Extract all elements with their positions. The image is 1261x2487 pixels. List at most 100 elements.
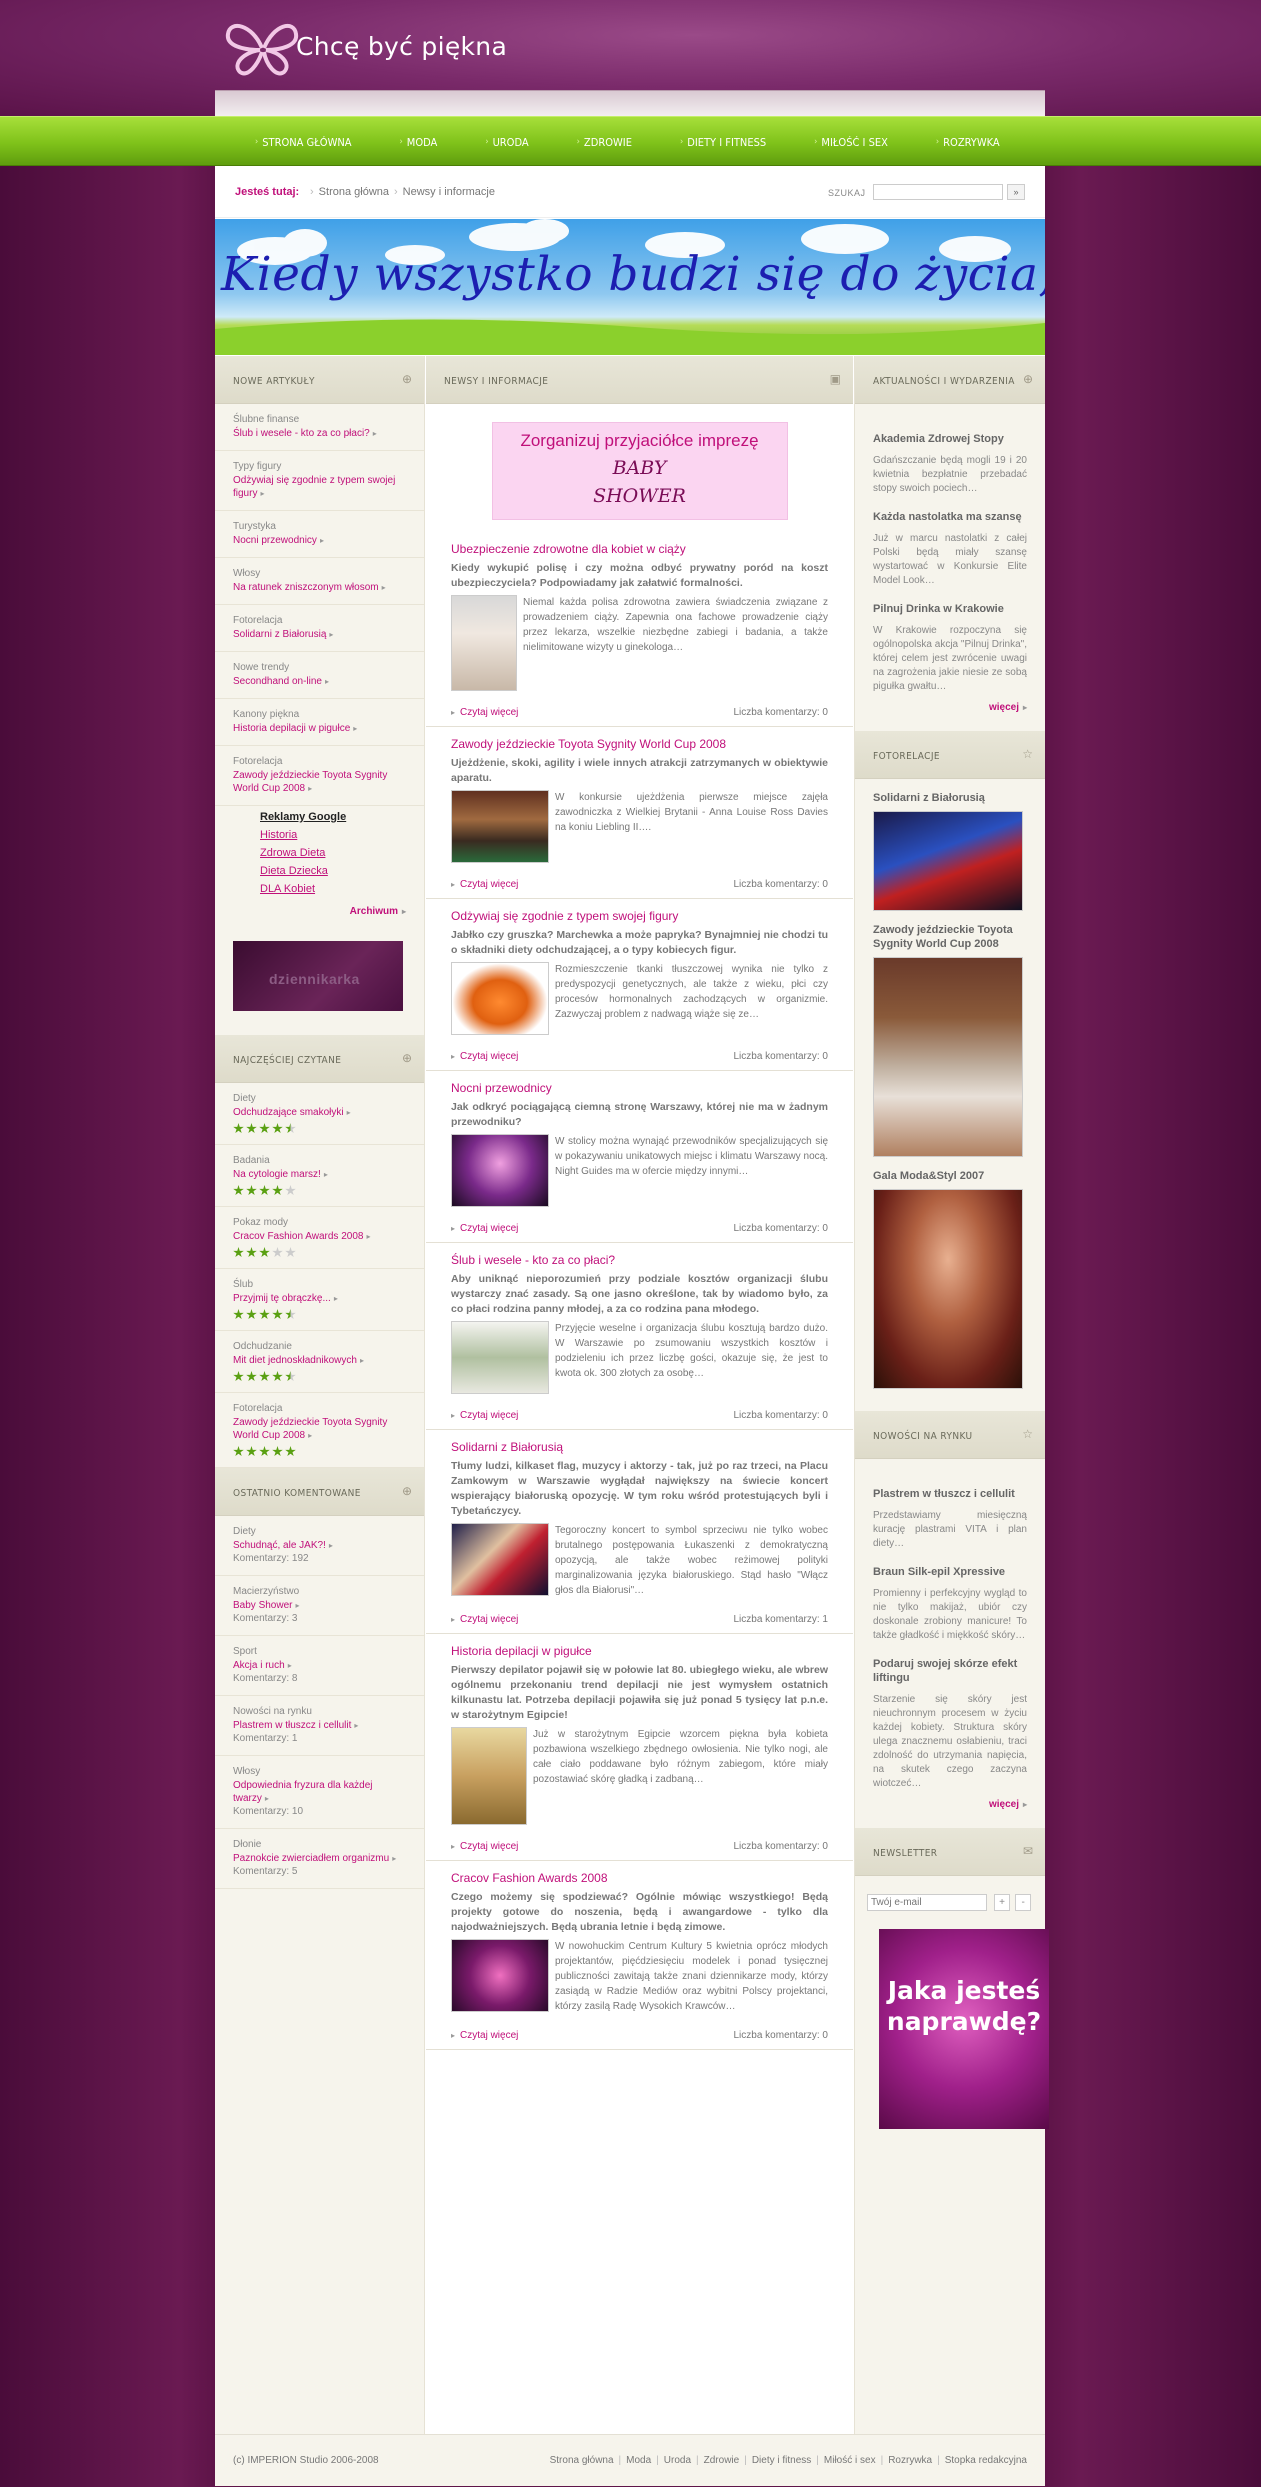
newsletter-email-input[interactable]	[867, 1894, 987, 1911]
search-button[interactable]: »	[1007, 184, 1025, 200]
nav-item-label[interactable]: URODA	[493, 136, 529, 149]
list-item-link[interactable]: Odżywiaj się zgodnie z typem swojej figu…	[233, 474, 406, 500]
article-thumbnail[interactable]	[451, 1939, 549, 2012]
list-item-link[interactable]: Solidarni z Białorusią ▸	[233, 628, 406, 641]
list-item-link-text[interactable]: Solidarni z Białorusią	[233, 629, 326, 640]
read-more-label[interactable]: Czytaj więcej	[460, 879, 518, 890]
news-title[interactable]: Akademia Zdrowej Stopy	[873, 432, 1027, 446]
google-ad-link[interactable]: Zdrowa Dieta	[260, 844, 424, 862]
nav-item[interactable]: › URODA	[485, 136, 528, 149]
read-more-label[interactable]: Czytaj więcej	[460, 1051, 518, 1062]
market-title[interactable]: Plastrem w tłuszcz i cellulit	[873, 1487, 1027, 1501]
list-item-link-text[interactable]: Secondhand on-line	[233, 676, 322, 687]
news-title[interactable]: Każda nastolatka ma szansę	[873, 510, 1027, 524]
list-item-link[interactable]: Historia depilacji w pigułce ▸	[233, 722, 406, 735]
spring-banner[interactable]: Kiedy wszystko budzi się do życia,	[215, 219, 1045, 355]
footer-link[interactable]: Rozrywka	[888, 2455, 932, 2466]
footer-link[interactable]: Stopka redakcyjna	[945, 2455, 1027, 2466]
list-item-link-text[interactable]: Paznokcie zwierciadłem organizmu	[233, 1853, 389, 1864]
nav-item-label[interactable]: STRONA GŁÓWNA	[262, 136, 351, 149]
read-more-link[interactable]: ▸ Czytaj więcej	[451, 1410, 518, 1421]
article-thumbnail[interactable]	[451, 1321, 549, 1394]
model-photo[interactable]	[873, 1189, 1023, 1389]
unsubscribe-button[interactable]: -	[1015, 1894, 1032, 1911]
article-title[interactable]: Cracov Fashion Awards 2008	[451, 1871, 828, 1885]
concert-photo[interactable]	[873, 811, 1023, 911]
article-title[interactable]: Odżywiaj się zgodnie z typem swojej figu…	[451, 909, 828, 923]
nav-item-label[interactable]: ZDROWIE	[584, 136, 632, 149]
rss-icon[interactable]: ⊕	[402, 1484, 412, 1498]
read-more-label[interactable]: Czytaj więcej	[460, 1614, 518, 1625]
list-item-link[interactable]: Paznokcie zwierciadłem organizmu ▸	[233, 1852, 406, 1865]
list-item-link[interactable]: Przyjmij tę obrączkę... ▸	[233, 1292, 406, 1305]
list-item-link[interactable]: Na cytologie marsz! ▸	[233, 1168, 406, 1181]
rss-icon[interactable]: ▣	[830, 372, 841, 386]
dziennikarka-banner[interactable]: dziennikarka	[233, 941, 403, 1011]
article-title[interactable]: Historia depilacji w pigułce	[451, 1644, 828, 1658]
list-item-link-text[interactable]: Historia depilacji w pigułce	[233, 723, 350, 734]
nav-item[interactable]: › MODA	[400, 136, 438, 149]
nav-item[interactable]: › ZDROWIE	[577, 136, 632, 149]
read-more-label[interactable]: Czytaj więcej	[460, 1223, 518, 1234]
list-item-link[interactable]: Plastrem w tłuszcz i cellulit ▸	[233, 1719, 406, 1732]
list-item-link-text[interactable]: Schudnąć, ale JAK?!	[233, 1540, 326, 1551]
google-ad-link[interactable]: Historia	[260, 826, 424, 844]
photo-caption[interactable]: Solidarni z Białorusią	[873, 791, 1027, 805]
more-events-link[interactable]: więcej ▸	[855, 694, 1045, 721]
read-more-label[interactable]: Czytaj więcej	[460, 1410, 518, 1421]
read-more-label[interactable]: Czytaj więcej	[460, 707, 518, 718]
footer-link[interactable]: Strona główna	[550, 2455, 614, 2466]
article-title[interactable]: Solidarni z Białorusią	[451, 1440, 828, 1454]
list-item-link[interactable]: Baby Shower ▸	[233, 1599, 406, 1612]
google-ad-link[interactable]: Dieta Dziecka	[260, 862, 424, 880]
horse-photo[interactable]	[873, 957, 1023, 1157]
photo-caption[interactable]: Gala Moda&Styl 2007	[873, 1169, 1027, 1183]
search-input[interactable]	[873, 184, 1003, 200]
list-item-link-text[interactable]: Odżywiaj się zgodnie z typem swojej figu…	[233, 475, 395, 499]
list-item-link-text[interactable]: Odpowiednia fryzura dla każdej twarzy	[233, 1780, 373, 1804]
list-item-link-text[interactable]: Ślub i wesele - kto za co płaci?	[233, 428, 370, 439]
read-more-link[interactable]: ▸ Czytaj więcej	[451, 1841, 518, 1852]
nav-item[interactable]: › ROZRYWKA	[936, 136, 1000, 149]
baby-shower-ad[interactable]: Zorganizuj przyjaciółce imprezę BABY SHO…	[491, 422, 788, 520]
quiz-banner[interactable]: Jaka jesteś naprawdę?	[879, 1929, 1049, 2129]
nav-item[interactable]: › MIŁOŚĆ I SEX	[814, 136, 888, 149]
read-more-link[interactable]: ▸ Czytaj więcej	[451, 707, 518, 718]
read-more-link[interactable]: ▸ Czytaj więcej	[451, 1051, 518, 1062]
market-title[interactable]: Braun Silk-epil Xpressive	[873, 1565, 1027, 1579]
list-item-link[interactable]: Cracov Fashion Awards 2008 ▸	[233, 1230, 406, 1243]
rss-icon[interactable]: ⊕	[1023, 372, 1033, 386]
list-item-link-text[interactable]: Cracov Fashion Awards 2008	[233, 1231, 363, 1242]
nav-item-label[interactable]: MIŁOŚĆ I SEX	[821, 136, 888, 149]
list-item-link-text[interactable]: Mit diet jednoskładnikowych	[233, 1355, 357, 1366]
list-item-link[interactable]: Mit diet jednoskładnikowych ▸	[233, 1354, 406, 1367]
list-item-link-text[interactable]: Odchudzające smakołyki	[233, 1107, 344, 1118]
list-item-link-text[interactable]: Nocni przewodnicy	[233, 535, 317, 546]
article-thumbnail[interactable]	[451, 790, 549, 863]
archive-link[interactable]: Archiwum ▸	[215, 898, 424, 925]
list-item-link[interactable]: Nocni przewodnicy ▸	[233, 534, 406, 547]
nav-item-label[interactable]: DIETY I FITNESS	[687, 136, 766, 149]
footer-link[interactable]: Moda	[626, 2455, 651, 2466]
subscribe-button[interactable]: +	[994, 1894, 1011, 1911]
list-item-link-text[interactable]: Plastrem w tłuszcz i cellulit	[233, 1720, 351, 1731]
more-market-link[interactable]: więcej ▸	[855, 1791, 1045, 1818]
list-item-link-text[interactable]: Akcja i ruch	[233, 1660, 285, 1671]
article-title[interactable]: Zawody jeździeckie Toyota Sygnity World …	[451, 737, 828, 751]
nav-item[interactable]: › STRONA GŁÓWNA	[255, 136, 352, 149]
list-item-link-text[interactable]: Na cytologie marsz!	[233, 1169, 321, 1180]
read-more-link[interactable]: ▸ Czytaj więcej	[451, 1223, 518, 1234]
footer-link[interactable]: Diety i fitness	[752, 2455, 811, 2466]
list-item-link-text[interactable]: Na ratunek zniszczonym włosom	[233, 582, 379, 593]
article-thumbnail[interactable]	[451, 1523, 549, 1596]
list-item-link[interactable]: Ślub i wesele - kto za co płaci? ▸	[233, 427, 406, 440]
star-icon[interactable]: ☆	[1022, 1427, 1033, 1441]
article-thumbnail[interactable]	[451, 595, 517, 691]
market-title[interactable]: Podaruj swojej skórze efekt liftingu	[873, 1657, 1027, 1685]
list-item-link[interactable]: Secondhand on-line ▸	[233, 675, 406, 688]
photo-caption[interactable]: Zawody jeździeckie Toyota Sygnity World …	[873, 923, 1027, 951]
list-item-link[interactable]: Schudnąć, ale JAK?! ▸	[233, 1539, 406, 1552]
site-logo[interactable]: Chcę być piękna	[222, 14, 552, 78]
list-item-link[interactable]: Zawody jeździeckie Toyota Sygnity World …	[233, 1416, 406, 1442]
rss-icon[interactable]: ⊕	[402, 1051, 412, 1065]
